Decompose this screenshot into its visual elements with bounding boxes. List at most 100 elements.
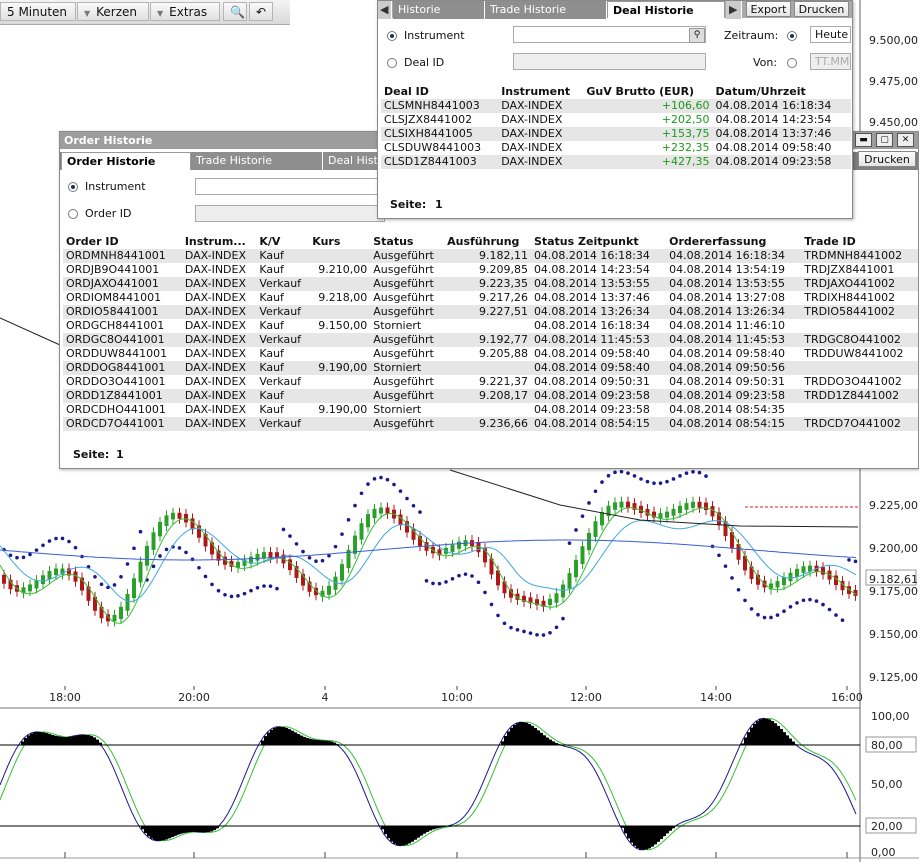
table-row[interactable]: ORDJB9O441001 DAX-INDEX Kauf 9.210,00 Ausgef… [63, 263, 918, 277]
table-cell: +153,75 [583, 127, 713, 141]
osc-tick-label: 0,00 [871, 846, 896, 859]
oversold-fill [396, 826, 399, 846]
column-header[interactable]: Instrument [498, 83, 583, 99]
table-row[interactable]: ORDDUW8441001 DAX-INDEX Kauf Ausgeführt 9.20… [63, 347, 918, 361]
table-row[interactable]: CLSMNH8441003 DAX-INDEX +106,60 04.08.2014 … [381, 99, 851, 113]
order-id-input[interactable] [195, 205, 385, 222]
von-date-input[interactable]: TT.MM [810, 53, 851, 70]
column-header[interactable]: Order ID [63, 233, 182, 249]
table-row[interactable]: ORDJAXO441001 DAX-INDEX Verkauf Ausgeführt 9… [63, 277, 918, 291]
overbought-fill [531, 725, 534, 745]
deal-print-button[interactable]: Drucken [794, 1, 849, 17]
column-header[interactable]: Status [370, 233, 444, 249]
overbought-fill [276, 726, 279, 745]
tab-deal-historie[interactable]: Deal Historie [607, 1, 725, 18]
table-row[interactable]: CLSIXH8441005 DAX-INDEX +153,75 04.08.2014 … [381, 127, 851, 141]
table-cell: +427,35 [583, 155, 713, 169]
column-header[interactable]: Status Zeitpunkt [531, 233, 666, 249]
chart-type-dropdown[interactable]: ▼ Kerzen [77, 2, 149, 21]
candle-body [587, 532, 591, 551]
oversold-fill [144, 826, 147, 834]
table-cell: 04.08.2014 08:54:35 [669, 403, 785, 416]
candle-body [788, 572, 793, 582]
minimize-icon[interactable]: ▬ [855, 133, 872, 147]
radio-deal-id[interactable] [387, 58, 397, 68]
order-print-button[interactable]: Drucken [858, 151, 916, 167]
column-header[interactable]: Ordererfassung [666, 233, 801, 249]
radio-deal-id-label: Deal ID [404, 56, 445, 69]
column-header[interactable]: Kurs [309, 233, 370, 249]
tab-trade-historie[interactable]: Trade Historie [485, 1, 607, 19]
radio-von[interactable] [787, 58, 797, 68]
table-cell: DAX-INDEX [184, 347, 247, 360]
tab-deal-historie[interactable]: Deal Hist [323, 152, 383, 170]
overbought-fill [546, 737, 549, 745]
table-row[interactable]: ORDMNH8441001 DAX-INDEX Kauf Ausgeführt 9.18… [63, 249, 918, 263]
zoom-in-button[interactable]: 🔍 [223, 2, 247, 21]
undo-button[interactable]: ↶ [249, 2, 273, 21]
tab-order-historie[interactable]: Order Historie [61, 152, 191, 170]
psar-dot [541, 633, 546, 637]
overbought-fill [312, 739, 315, 745]
tab-trade-historie[interactable]: Trade Historie [191, 152, 323, 170]
radio-instrument[interactable] [68, 182, 78, 192]
radio-order-id-label: Order ID [85, 207, 132, 220]
table-row[interactable]: ORDCDHO441001 DAX-INDEX Kauf 9.190,00 Storni… [63, 403, 918, 417]
column-header[interactable]: Ausführung [444, 233, 531, 249]
radio-heute[interactable] [787, 31, 797, 41]
candle-body [385, 507, 390, 514]
column-header[interactable]: Instrum... [182, 233, 257, 249]
column-header[interactable]: Datum/Uhrzeit [713, 83, 851, 99]
interval-dropdown[interactable]: 5 Minuten [0, 2, 76, 21]
table-row[interactable]: ORDCD7O441001 DAX-INDEX Verkauf Ausgeführt 9… [63, 417, 918, 431]
psar-dot [795, 601, 799, 605]
candle-body [567, 573, 572, 589]
table-row[interactable]: ORDIOM8441001 DAX-INDEX Kauf 9.218,00 Ausgef… [63, 291, 918, 305]
psar-dot [262, 584, 266, 588]
psar-dot [808, 597, 812, 602]
maximize-icon[interactable]: ▢ [876, 133, 893, 147]
table-row[interactable]: CLSJZX8441002 DAX-INDEX +202,50 04.08.2014 … [381, 113, 851, 127]
deal-id-input[interactable] [513, 53, 706, 70]
table-cell: Verkauf [259, 375, 302, 388]
table-row[interactable]: ORDDO3O441001 DAX-INDEX Verkauf Ausgeführt 9… [63, 375, 918, 389]
table-row[interactable]: ORDDOG8441001 DAX-INDEX Kauf 9.190,00 Storni… [63, 361, 918, 375]
heute-field[interactable]: Heute [810, 26, 851, 43]
column-header[interactable]: Deal ID [381, 83, 498, 99]
candle-body [28, 584, 32, 592]
tab-scroll-right-icon[interactable]: ▶ [726, 1, 742, 19]
oversold-fill [429, 826, 432, 831]
table-cell: DAX-INDEX [501, 113, 563, 126]
extras-dropdown[interactable]: ▼ Extras [150, 2, 220, 21]
search-icon[interactable]: ⚲ [689, 28, 705, 43]
table-row[interactable]: ORDGCH8441001 DAX-INDEX Kauf 9.150,00 Storni… [63, 319, 918, 333]
table-row[interactable]: ORDIO58441001 DAX-INDEX Verkauf Ausgeführt 9… [63, 305, 918, 319]
tab-historie[interactable]: Historie [393, 1, 485, 19]
overbought-fill [261, 740, 264, 745]
radio-instrument[interactable] [387, 31, 397, 41]
oversold-fill [393, 826, 396, 844]
table-cell: 9.205,88 [478, 347, 528, 360]
oversold-fill [168, 826, 171, 839]
table-row[interactable]: ORDGC8O441001 DAX-INDEX Verkauf Ausgeführt 9… [63, 333, 918, 347]
instrument-input[interactable] [195, 178, 385, 195]
candle-body [47, 571, 52, 580]
overbought-fill [291, 730, 294, 745]
table-cell: DAX-INDEX [181, 277, 257, 291]
column-header[interactable]: GuV Brutto (EUR) [583, 83, 712, 99]
oversold-fill [423, 826, 426, 834]
overbought-fill [270, 729, 273, 745]
psar-dot [652, 481, 656, 485]
close-icon[interactable]: ✕ [897, 133, 914, 147]
table-cell: DAX-INDEX [181, 389, 257, 403]
table-row[interactable]: CLSD1Z8441003 DAX-INDEX +427,35 04.08.2014 … [381, 155, 851, 169]
table-row[interactable]: CLSDUW8441003 DAX-INDEX +232,35 04.08.2014 … [381, 141, 851, 155]
table-cell: 04.08.2014 13:37:46 [712, 127, 851, 141]
column-header[interactable]: K/V [256, 233, 309, 249]
table-row[interactable]: ORDD1Z8441001 DAX-INDEX Kauf Ausgeführt 9.20… [63, 389, 918, 403]
column-header[interactable]: Trade ID [801, 233, 918, 249]
tab-scroll-left-icon[interactable]: ◀ [378, 1, 392, 19]
export-button[interactable]: Export [746, 1, 791, 17]
deal-instrument-input[interactable] [513, 26, 706, 43]
radio-order-id[interactable] [68, 209, 78, 219]
